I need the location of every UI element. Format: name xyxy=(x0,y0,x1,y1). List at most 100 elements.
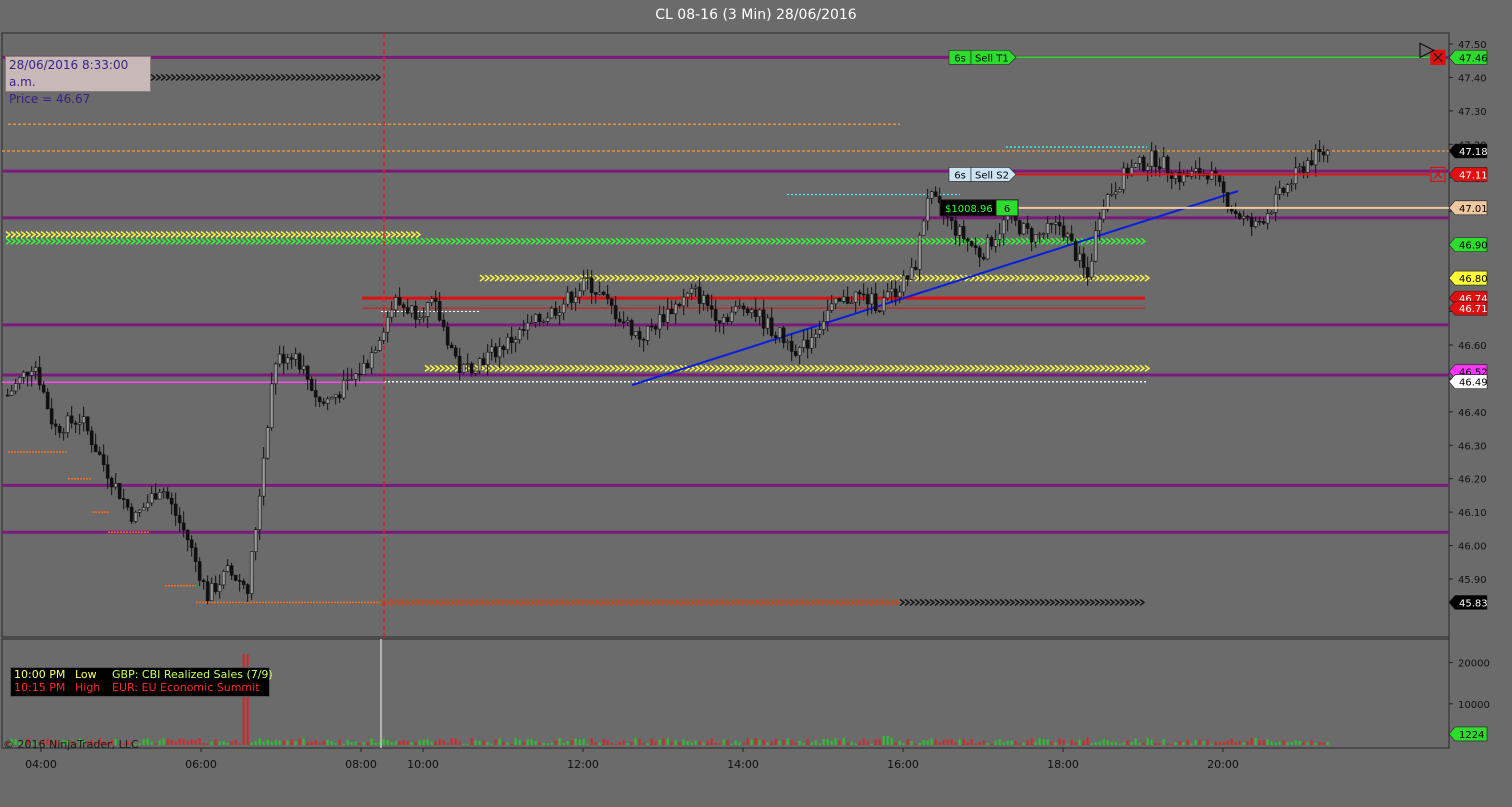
candle-body xyxy=(881,297,886,312)
volume-bar xyxy=(1182,742,1185,745)
volume-bar xyxy=(158,740,161,745)
volume-bar xyxy=(818,743,821,745)
candle-body xyxy=(1101,208,1106,220)
volume-bar xyxy=(206,743,209,745)
volume-bar xyxy=(754,738,757,745)
volume-marker: 1224 xyxy=(1448,726,1488,742)
candle-body xyxy=(425,302,430,317)
candle-body xyxy=(685,292,690,298)
volume-bar xyxy=(1034,741,1037,745)
price-marker-label: 46.49 xyxy=(1459,378,1488,389)
candle-body xyxy=(1161,156,1166,170)
candle-body xyxy=(697,286,702,304)
candle-body xyxy=(773,335,778,338)
volume-bar xyxy=(870,743,873,745)
candle-body xyxy=(673,303,678,315)
volume-bar xyxy=(706,741,709,745)
volume-bar xyxy=(1070,740,1073,745)
volume-tick-label: 20000 xyxy=(1458,659,1490,670)
price-tick-label: 46.00 xyxy=(1458,542,1487,553)
candle-body xyxy=(853,291,858,303)
candle-body xyxy=(997,233,1002,240)
candle-body xyxy=(709,305,714,310)
volume-bar xyxy=(682,739,685,745)
candle-body xyxy=(413,305,418,320)
candle-body xyxy=(1249,216,1254,227)
volume-bar xyxy=(310,741,313,745)
target-cancel-button[interactable] xyxy=(1430,49,1446,65)
volume-bar xyxy=(490,743,493,745)
candle-body xyxy=(741,305,746,310)
candle-body xyxy=(461,364,466,373)
volume-bar xyxy=(830,740,833,745)
candle-body xyxy=(1057,221,1062,227)
volume-bar xyxy=(1314,742,1317,745)
event-name: GBP: CBI Realized Sales (7/9) xyxy=(112,668,273,681)
volume-bar xyxy=(742,742,745,745)
volume-bar xyxy=(698,741,701,745)
price-tick-label: 46.60 xyxy=(1458,341,1487,352)
volume-bar xyxy=(274,740,277,745)
candle-body xyxy=(557,312,562,316)
volume-bar xyxy=(190,739,193,745)
price-panel[interactable] xyxy=(1,32,1450,638)
volume-bar xyxy=(902,743,905,745)
candle-body xyxy=(1289,183,1294,186)
candle-body xyxy=(129,506,134,522)
candle-body xyxy=(1157,166,1162,170)
candle-body xyxy=(753,309,758,317)
volume-bar xyxy=(530,739,533,745)
volume-bar xyxy=(322,740,325,745)
volume-bar xyxy=(198,738,201,745)
crosshair-info-box: 28/06/2016 8:33:00 a.m. Price = 46.67 xyxy=(5,56,151,106)
volume-bar xyxy=(282,740,285,745)
target-order-tag[interactable]: 6s Sell T1 xyxy=(948,50,1017,65)
candle-body xyxy=(561,303,566,314)
volume-bar xyxy=(1086,738,1089,745)
candle-body xyxy=(93,444,98,453)
volume-bar xyxy=(258,738,261,745)
volume-bar xyxy=(1118,743,1121,745)
volume-bar xyxy=(1006,741,1009,745)
candle-body xyxy=(545,317,550,322)
volume-bar xyxy=(1198,739,1201,745)
price-marker: 47.11 xyxy=(1448,167,1488,182)
volume-bar xyxy=(1174,742,1177,745)
candle-body xyxy=(1085,267,1090,278)
volume-bar xyxy=(498,738,501,745)
candle-body xyxy=(809,337,814,349)
volume-bar xyxy=(466,743,469,745)
candle-body xyxy=(441,319,446,328)
candle-body xyxy=(965,238,970,242)
volume-bar xyxy=(150,741,153,745)
volume-bar xyxy=(770,741,773,745)
volume-bar xyxy=(790,740,793,745)
candle-body xyxy=(701,295,706,304)
volume-bar xyxy=(314,740,317,745)
volume-bar xyxy=(878,739,881,745)
candle-body xyxy=(765,317,770,329)
volume-bar xyxy=(974,743,977,745)
volume-bar xyxy=(210,741,213,745)
volume-bar xyxy=(1254,738,1257,745)
volume-bar xyxy=(562,742,565,745)
volume-bar xyxy=(1190,743,1193,745)
volume-bar xyxy=(1058,738,1061,745)
candle-body xyxy=(813,333,818,338)
candle-body xyxy=(605,294,610,300)
price-tick-label: 47.50 xyxy=(1458,40,1487,51)
position-tag[interactable]: $1008.96 6 xyxy=(939,199,1019,217)
volume-bar xyxy=(1238,740,1241,745)
volume-bar xyxy=(1090,743,1093,745)
candle-body xyxy=(273,363,278,385)
stop-order-tag[interactable]: 6s Sell S2 xyxy=(948,167,1017,182)
volume-bar xyxy=(382,739,385,745)
volume-bar xyxy=(718,743,721,745)
candle-body xyxy=(373,350,378,353)
candle-body xyxy=(917,234,922,270)
volume-bar xyxy=(882,735,885,745)
candle-body xyxy=(417,317,422,320)
candle-body xyxy=(365,363,370,369)
candle-body xyxy=(657,314,662,330)
volume-bar xyxy=(866,741,869,745)
